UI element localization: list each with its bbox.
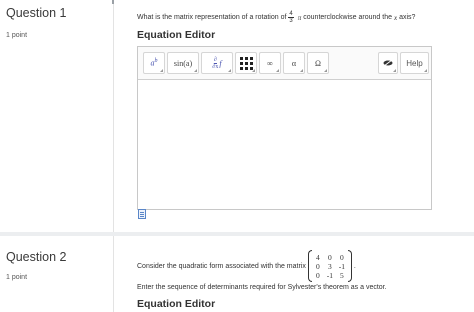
pi-symbol: π xyxy=(297,13,302,22)
help-button[interactable]: Help xyxy=(400,52,429,74)
document-icon[interactable] xyxy=(138,209,146,219)
alpha-icon: α xyxy=(291,58,297,68)
prompt-text-2: counterclockwise around the xyxy=(303,14,392,21)
trig-function-button[interactable]: sin(a) xyxy=(167,52,199,74)
question-points: 1 point xyxy=(6,32,28,39)
flag-marker xyxy=(112,0,114,4)
equation-toolbar: ab sin(a) ∂ ∂x f ∞ α Ω Help xyxy=(138,47,431,80)
help-label: Help xyxy=(406,58,423,68)
equation-editor-title: Equation Editor xyxy=(137,29,216,41)
question-points: 1 point xyxy=(6,274,28,281)
question-title: Question 1 xyxy=(6,6,67,20)
preview-button[interactable] xyxy=(378,52,398,74)
equation-editor: ab sin(a) ∂ ∂x f ∞ α Ω Help xyxy=(137,46,432,210)
prompt-text: What is the matrix representation of a r… xyxy=(137,14,287,21)
derivative-icon: ∂ ∂x xyxy=(212,56,219,70)
axis-variable: x xyxy=(393,13,398,22)
equation-editor-title: Equation Editor xyxy=(137,298,216,310)
question-1: Question 1 1 point What is the matrix re… xyxy=(0,0,474,232)
question-2: Question 2 1 point Consider the quadrati… xyxy=(0,236,474,312)
infinity-icon: ∞ xyxy=(267,58,273,68)
prompt-period: . xyxy=(353,262,356,270)
prompt-text: Consider the quadratic form associated w… xyxy=(137,262,306,270)
derivative-button[interactable]: ∂ ∂x f xyxy=(201,52,233,74)
omega-icon: Ω xyxy=(315,58,321,68)
fraction-denominator: 3 xyxy=(289,18,293,24)
matrix-grid-icon xyxy=(239,56,253,70)
angle-fraction: 4 3 xyxy=(288,11,294,24)
question-1-meta: Question 1 1 point xyxy=(0,0,114,232)
quiz-page: Question 1 1 point What is the matrix re… xyxy=(0,0,474,312)
eye-icon xyxy=(383,59,393,67)
matrix-entries: 400 0 3 -1 0 -1 5 xyxy=(315,252,345,280)
sin-icon: sin(a) xyxy=(173,58,193,68)
question-prompt: What is the matrix representation of a r… xyxy=(137,11,415,24)
power-button[interactable]: ab xyxy=(143,52,165,74)
greek-uppercase-button[interactable]: Ω xyxy=(307,52,329,74)
greek-lowercase-button[interactable]: α xyxy=(283,52,305,74)
right-paren xyxy=(347,250,352,282)
equation-input-area[interactable] xyxy=(138,80,431,209)
infinity-button[interactable]: ∞ xyxy=(259,52,281,74)
power-icon: ab xyxy=(150,58,158,68)
matrix-button[interactable] xyxy=(235,52,257,74)
question-1-body: What is the matrix representation of a r… xyxy=(137,0,474,232)
question-2-body: Consider the quadratic form associated w… xyxy=(137,236,474,312)
question-2-meta: Question 2 1 point xyxy=(0,236,114,312)
quadratic-form-matrix: 400 0 3 -1 0 -1 5 xyxy=(307,250,352,282)
question-instruction: Enter the sequence of determinants requi… xyxy=(137,284,387,291)
fraction-numerator: 4 xyxy=(288,11,294,18)
prompt-text-3: axis? xyxy=(399,14,416,21)
question-title: Question 2 xyxy=(6,250,67,264)
question-prompt: Consider the quadratic form associated w… xyxy=(137,250,356,282)
